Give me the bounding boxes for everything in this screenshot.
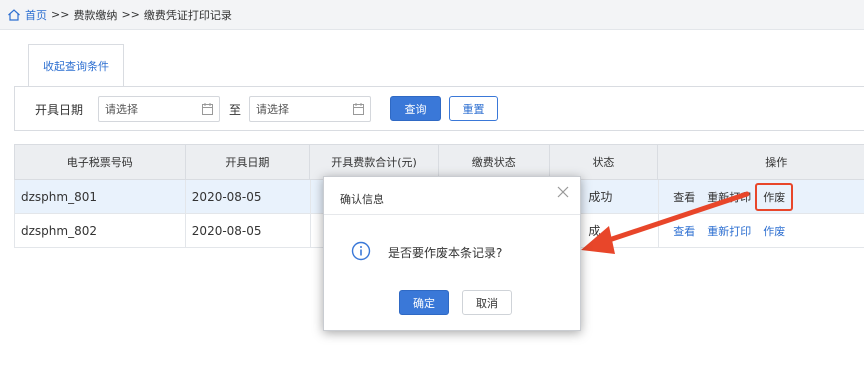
cancel-button[interactable]: 取消	[462, 290, 512, 315]
void-link[interactable]: 作废	[763, 223, 785, 239]
start-date-placeholder: 请选择	[105, 103, 138, 116]
query-panel: 开具日期 请选择 至 请选择 查询 重置	[14, 86, 864, 131]
home-icon[interactable]	[7, 8, 21, 22]
column-header: 缴费状态	[439, 145, 550, 179]
start-date-input[interactable]: 请选择	[98, 96, 220, 122]
date-cell: 2020-08-05	[186, 214, 311, 247]
confirm-button[interactable]: 确定	[399, 290, 449, 315]
breadcrumb-separator: >>	[121, 8, 140, 21]
annotation-arrow	[581, 191, 750, 254]
query-button[interactable]: 查询	[390, 96, 441, 121]
collapse-query-tab[interactable]: 收起查询条件	[28, 44, 124, 87]
column-header: 状态	[550, 145, 659, 179]
info-icon	[351, 241, 371, 261]
dialog-title: 确认信息	[340, 193, 384, 206]
end-date-input[interactable]: 请选择	[249, 96, 371, 122]
table-header: 电子税票号码 开具日期 开具费款合计(元) 缴费状态 状态 操作	[14, 144, 864, 180]
ticket-number-cell: dzsphm_802	[15, 214, 186, 247]
issue-date-label: 开具日期	[35, 103, 84, 117]
column-header: 操作	[765, 156, 788, 169]
breadcrumb-separator: >>	[51, 8, 70, 21]
confirm-dialog: 确认信息 是否要作废本条记录? 确定 取消	[323, 176, 581, 331]
ticket-number-cell: dzsphm_801	[15, 180, 186, 213]
reset-button[interactable]: 重置	[449, 96, 498, 121]
end-date-placeholder: 请选择	[256, 103, 289, 116]
dialog-message: 是否要作废本条记录?	[388, 246, 503, 260]
breadcrumb: 首页 >> 费款缴纳 >> 缴费凭证打印记录	[0, 0, 864, 30]
close-icon[interactable]	[556, 185, 570, 199]
calendar-icon[interactable]	[353, 103, 364, 115]
page: 首页 >> 费款缴纳 >> 缴费凭证打印记录 收起查询条件 开具日期 请选择 至…	[0, 0, 864, 366]
column-header: 开具日期	[186, 145, 311, 179]
column-header: 开具费款合计(元)	[310, 145, 439, 179]
calendar-icon[interactable]	[202, 103, 213, 115]
column-header: 电子税票号码	[15, 145, 186, 179]
dialog-divider	[324, 214, 580, 215]
breadcrumb-home-link[interactable]: 首页	[25, 7, 47, 23]
to-label: 至	[229, 103, 242, 117]
void-link[interactable]: 作废	[755, 182, 794, 211]
breadcrumb-level1[interactable]: 费款缴纳	[73, 7, 117, 23]
date-cell: 2020-08-05	[186, 180, 311, 213]
breadcrumb-current: 缴费凭证打印记录	[143, 8, 232, 22]
